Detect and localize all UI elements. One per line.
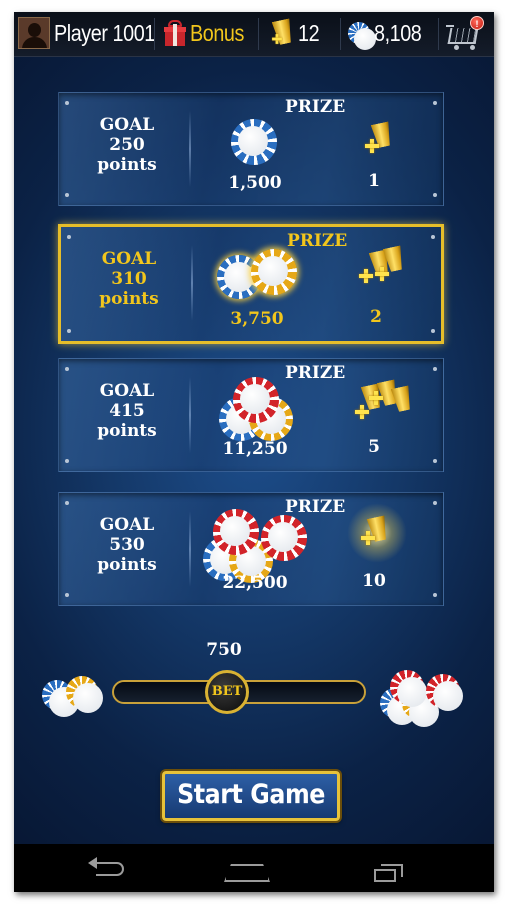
prize-chips: 22,500 [222,573,288,593]
points-word: points [97,155,157,175]
goal-points: 415 [109,401,145,421]
points-word: points [97,555,157,575]
goal-panel-250[interactable]: GOAL 250 points PRIZE 1,500 1 [58,92,444,206]
chip-icon [251,249,297,295]
goal-panel-310[interactable]: GOAL 310 points PRIZE 3,750 2 [58,224,444,344]
prize-chips: 11,250 [222,439,288,459]
back-icon[interactable] [88,857,132,882]
prize-chips: 3,750 [230,309,284,329]
cup-icon [361,517,387,545]
start-game-button[interactable]: Start Game [162,771,340,821]
goal-word: GOAL [101,249,157,269]
chip-icon[interactable] [390,670,427,707]
bonus-label[interactable]: Bonus [190,17,244,49]
prize-cups: 1 [368,171,380,191]
goal-text: GOAL 250 points [67,115,187,175]
prize-chips: 1,500 [228,173,282,193]
divider [438,18,439,50]
points-word: points [99,289,159,309]
chip-icon [233,377,279,423]
goal-points: 310 [111,269,147,289]
goal-panel-415[interactable]: GOAL 415 points PRIZE 11,250 5 [58,358,444,472]
prize-cups: 10 [362,571,386,591]
avatar-icon[interactable] [18,17,50,49]
cup-icon [389,387,411,413]
prize-label: PRIZE [285,97,346,117]
cup-icon [375,247,403,281]
points-word: points [97,421,157,441]
prize-label: PRIZE [285,497,346,517]
recent-apps-icon[interactable] [374,864,404,882]
goal-word: GOAL [99,515,155,535]
device-frame: Player 1001 Bonus 12 8,108 ! GOAL 250 po… [14,12,494,892]
divider [258,18,259,50]
cup-icon [365,123,391,153]
divider [340,18,341,50]
chip-icon [213,509,259,555]
goal-text: GOAL 530 points [67,515,187,575]
bet-value: 750 [206,640,242,660]
goal-points: 250 [109,135,145,155]
goal-text: GOAL 415 points [67,381,187,441]
gift-icon[interactable] [164,20,186,46]
top-bar: Player 1001 Bonus 12 8,108 ! [14,12,494,57]
chip-icon[interactable] [426,674,463,711]
navigation-bar [14,844,494,892]
goal-points: 530 [109,535,145,555]
prize-label: PRIZE [287,231,348,251]
goal-text: GOAL 310 points [69,249,189,309]
goal-panel-530[interactable]: GOAL 530 points PRIZE 22,500 10 [58,492,444,606]
cup-icon [270,20,292,46]
chip-icon[interactable] [66,676,103,713]
divider [154,18,155,50]
prize-cups: 5 [368,437,380,457]
goal-word: GOAL [99,381,155,401]
prize-label: PRIZE [285,363,346,383]
bet-slider-knob[interactable]: BET [205,670,249,714]
prize-cups: 2 [370,307,382,327]
game-screen: Player 1001 Bonus 12 8,108 ! GOAL 250 po… [14,12,494,844]
chip-icon [261,515,307,561]
player-name[interactable]: Player 1001 [54,17,155,49]
cart-icon[interactable]: ! [446,16,486,52]
start-game-label: Start Game [177,779,325,810]
notification-badge: ! [470,16,484,30]
chip-icon [348,22,376,50]
cups-count: 12 [298,19,320,46]
chip-icon [231,119,277,165]
chips-count: 8,108 [374,19,422,46]
goal-word: GOAL [99,115,155,135]
